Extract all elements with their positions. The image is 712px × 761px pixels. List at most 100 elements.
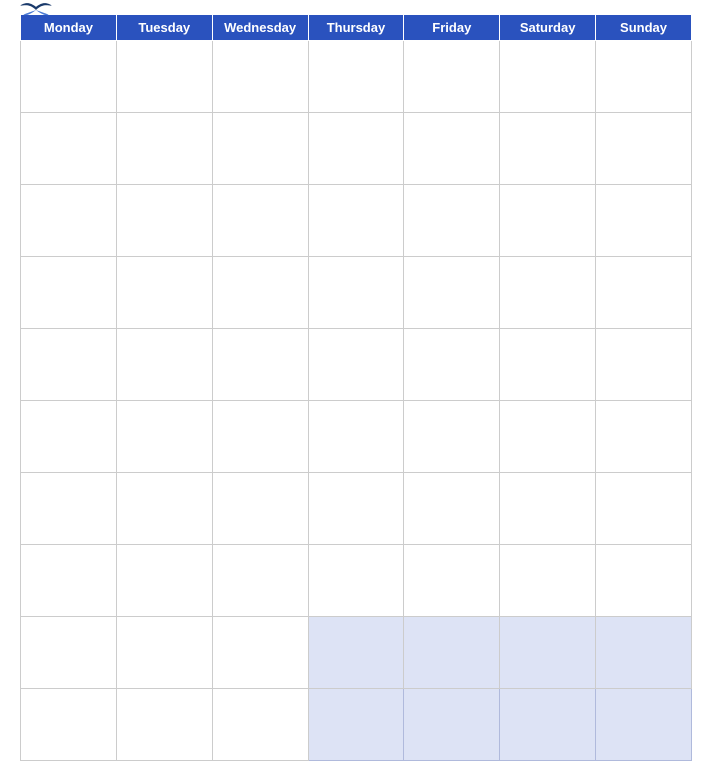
date-cell (308, 617, 404, 689)
date-number: 18 (314, 332, 327, 346)
week-date-row-5: 293031 (21, 617, 692, 689)
content-cell (308, 689, 404, 761)
date-number: 28 (601, 476, 614, 490)
date-cell: 21 (596, 329, 692, 401)
date-number: 23 (122, 476, 135, 490)
date-number: 17 (218, 332, 231, 346)
day-header-wednesday: Wednesday (212, 15, 308, 41)
date-cell (500, 617, 596, 689)
date-cell: 15 (21, 329, 117, 401)
date-cell: 25 (308, 473, 404, 545)
date-cell: 30 (116, 617, 212, 689)
content-cell (404, 401, 500, 473)
content-cell (404, 257, 500, 329)
content-cell (212, 113, 308, 185)
content-cell (596, 257, 692, 329)
date-number: 15 (26, 332, 39, 346)
content-cell (308, 113, 404, 185)
date-cell: 5 (404, 41, 500, 113)
date-cell: 4 (308, 41, 404, 113)
date-cell: 28 (596, 473, 692, 545)
date-number: 10 (218, 188, 231, 202)
content-cell (500, 257, 596, 329)
week-date-row-3: 15 16 17 18 19 20 21 (21, 329, 692, 401)
content-cell (212, 689, 308, 761)
date-cell: 10 (212, 185, 308, 257)
content-cell (116, 545, 212, 617)
date-number: 22 (26, 476, 39, 490)
content-cell (500, 689, 596, 761)
date-number: 2 (122, 44, 129, 58)
content-cell (21, 257, 117, 329)
content-cell (308, 545, 404, 617)
date-cell: 1 (21, 41, 117, 113)
content-cell (21, 689, 117, 761)
logo (20, 0, 55, 21)
content-cell (212, 257, 308, 329)
content-cell (500, 545, 596, 617)
date-cell: 22 (21, 473, 117, 545)
content-cell (212, 401, 308, 473)
day-header-friday: Friday (404, 15, 500, 41)
week-content-row-2 (21, 257, 692, 329)
content-cell (116, 689, 212, 761)
content-cell (596, 545, 692, 617)
day-header-sunday: Sunday (596, 15, 692, 41)
date-number: 1 (26, 44, 33, 58)
date-cell: 8 (21, 185, 117, 257)
content-cell (404, 545, 500, 617)
date-cell: 17 (212, 329, 308, 401)
week-date-row-2: 89 10 11 12 13 14 (21, 185, 692, 257)
date-number: 14 (601, 188, 614, 202)
calendar-table: MondayTuesdayWednesdayThursdayFridaySatu… (20, 14, 692, 761)
date-number: 4 (314, 44, 321, 58)
day-headers-row: MondayTuesdayWednesdayThursdayFridaySatu… (21, 15, 692, 41)
day-header-thursday: Thursday (308, 15, 404, 41)
content-cell (21, 113, 117, 185)
week-content-row-5 (21, 689, 692, 761)
content-cell (404, 113, 500, 185)
content-cell (21, 545, 117, 617)
date-number: 20 (505, 332, 518, 346)
content-cell (116, 401, 212, 473)
date-number: 6 (505, 44, 512, 58)
date-cell: 2 (116, 41, 212, 113)
content-cell (212, 545, 308, 617)
date-cell: 12 (404, 185, 500, 257)
date-number: 3 (218, 44, 225, 58)
date-cell: 9 (116, 185, 212, 257)
content-cell (596, 113, 692, 185)
date-number: 26 (409, 476, 422, 490)
date-number: 13 (505, 188, 518, 202)
date-number: 21 (601, 332, 614, 346)
day-header-saturday: Saturday (500, 15, 596, 41)
date-number: 12 (409, 188, 422, 202)
date-cell: 3 (212, 41, 308, 113)
content-cell (596, 689, 692, 761)
date-number: 11 (314, 188, 327, 202)
date-cell: 18 (308, 329, 404, 401)
content-cell (404, 689, 500, 761)
date-number: 16 (122, 332, 135, 346)
date-cell: 19 (404, 329, 500, 401)
date-number: 27 (505, 476, 518, 490)
week-date-row-1: 1 2 3 4 5 6 7 (21, 41, 692, 113)
week-date-row-4: 22 23 24 25 26 27 28 (21, 473, 692, 545)
content-cell (308, 257, 404, 329)
content-cell (500, 113, 596, 185)
date-cell: 23 (116, 473, 212, 545)
date-cell: 11 (308, 185, 404, 257)
date-number: 5 (409, 44, 416, 58)
date-cell: 14 (596, 185, 692, 257)
date-number: 25 (314, 476, 327, 490)
date-cell: 24 (212, 473, 308, 545)
date-number: 9 (122, 188, 129, 202)
week-content-row-3 (21, 401, 692, 473)
date-cell: 16 (116, 329, 212, 401)
date-cell (404, 617, 500, 689)
day-header-tuesday: Tuesday (116, 15, 212, 41)
date-number: 30 (122, 620, 135, 634)
date-number: 24 (218, 476, 231, 490)
date-number: 7 (601, 44, 608, 58)
content-cell (116, 257, 212, 329)
